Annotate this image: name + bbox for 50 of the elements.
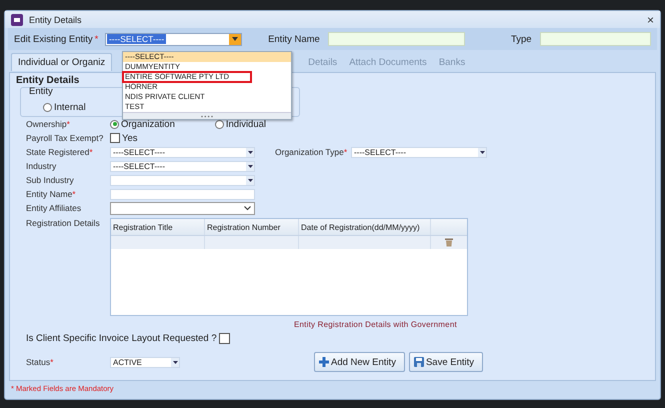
trash-icon[interactable] — [445, 238, 453, 247]
dropdown-arrow-icon — [246, 176, 254, 184]
save-entity-button[interactable]: Save Entity — [408, 352, 484, 372]
close-button[interactable]: × — [646, 12, 654, 26]
grid-caption: Entity Registration Details with Government — [294, 320, 458, 329]
dropdown-arrow-icon — [478, 148, 486, 156]
column-header: Date of Registration(dd/MM/yyyy) — [299, 219, 431, 235]
field-label: Entity Affiliates — [26, 203, 82, 213]
plus-icon — [319, 357, 329, 367]
ownership-radio[interactable]: Organization — [110, 118, 175, 130]
field-label: Registration Details — [26, 218, 101, 230]
entity-select[interactable]: ----SELECT---- — [104, 32, 242, 46]
field-label: Organization Type* — [275, 147, 348, 157]
column-header: Registration Number — [205, 219, 299, 235]
field-label: Payroll Tax Exempt? — [26, 133, 104, 143]
dropdown-arrow-icon — [246, 148, 254, 156]
required-mark: * — [94, 34, 100, 44]
field-label: Is Client Specific Invoice Layout Requested ? — [26, 333, 217, 344]
yes-checkbox[interactable]: Yes — [110, 132, 138, 144]
field-label: Industry — [26, 161, 58, 171]
internal-radio[interactable]: Internal — [43, 102, 86, 113]
group-title: Entity — [29, 86, 53, 97]
panel-title: Entity Details — [16, 75, 80, 87]
invoice-layout-checkbox[interactable] — [218, 333, 230, 344]
select-field[interactable]: ----SELECT---- — [110, 160, 255, 172]
entity-name-field[interactable] — [328, 32, 465, 46]
app-icon — [11, 14, 23, 26]
field-label: Sub Industry — [26, 175, 75, 185]
affiliates-select[interactable] — [110, 202, 255, 214]
window-title: Entity Details — [29, 14, 82, 24]
field-label: Edit Existing Entity — [14, 34, 93, 44]
resize-grip-icon[interactable] — [123, 112, 291, 119]
select-field[interactable] — [110, 174, 255, 186]
dropdown-arrow-icon — [246, 162, 254, 170]
type-field[interactable] — [540, 32, 652, 46]
field-label: Ownership* — [26, 119, 71, 129]
add-entity-button[interactable]: Add New Entity — [314, 352, 405, 372]
column-header: Registration Title — [111, 219, 205, 235]
field-label: Type — [510, 34, 532, 44]
status-select[interactable]: ACTIVE — [110, 356, 180, 368]
chevron-down-icon — [244, 206, 251, 210]
dropdown-arrow-icon — [171, 358, 179, 366]
tab[interactable]: Individual or Organiz — [11, 53, 112, 71]
entity-name-input[interactable] — [110, 188, 255, 200]
field-label: State Registered* — [26, 147, 94, 157]
field-label: Status* — [26, 357, 54, 367]
select-field[interactable]: ----SELECT---- — [110, 146, 255, 158]
field-label: Entity Name* — [26, 189, 77, 199]
field-label: Entity Name — [268, 34, 320, 44]
select-field[interactable]: ----SELECT---- — [351, 146, 487, 158]
